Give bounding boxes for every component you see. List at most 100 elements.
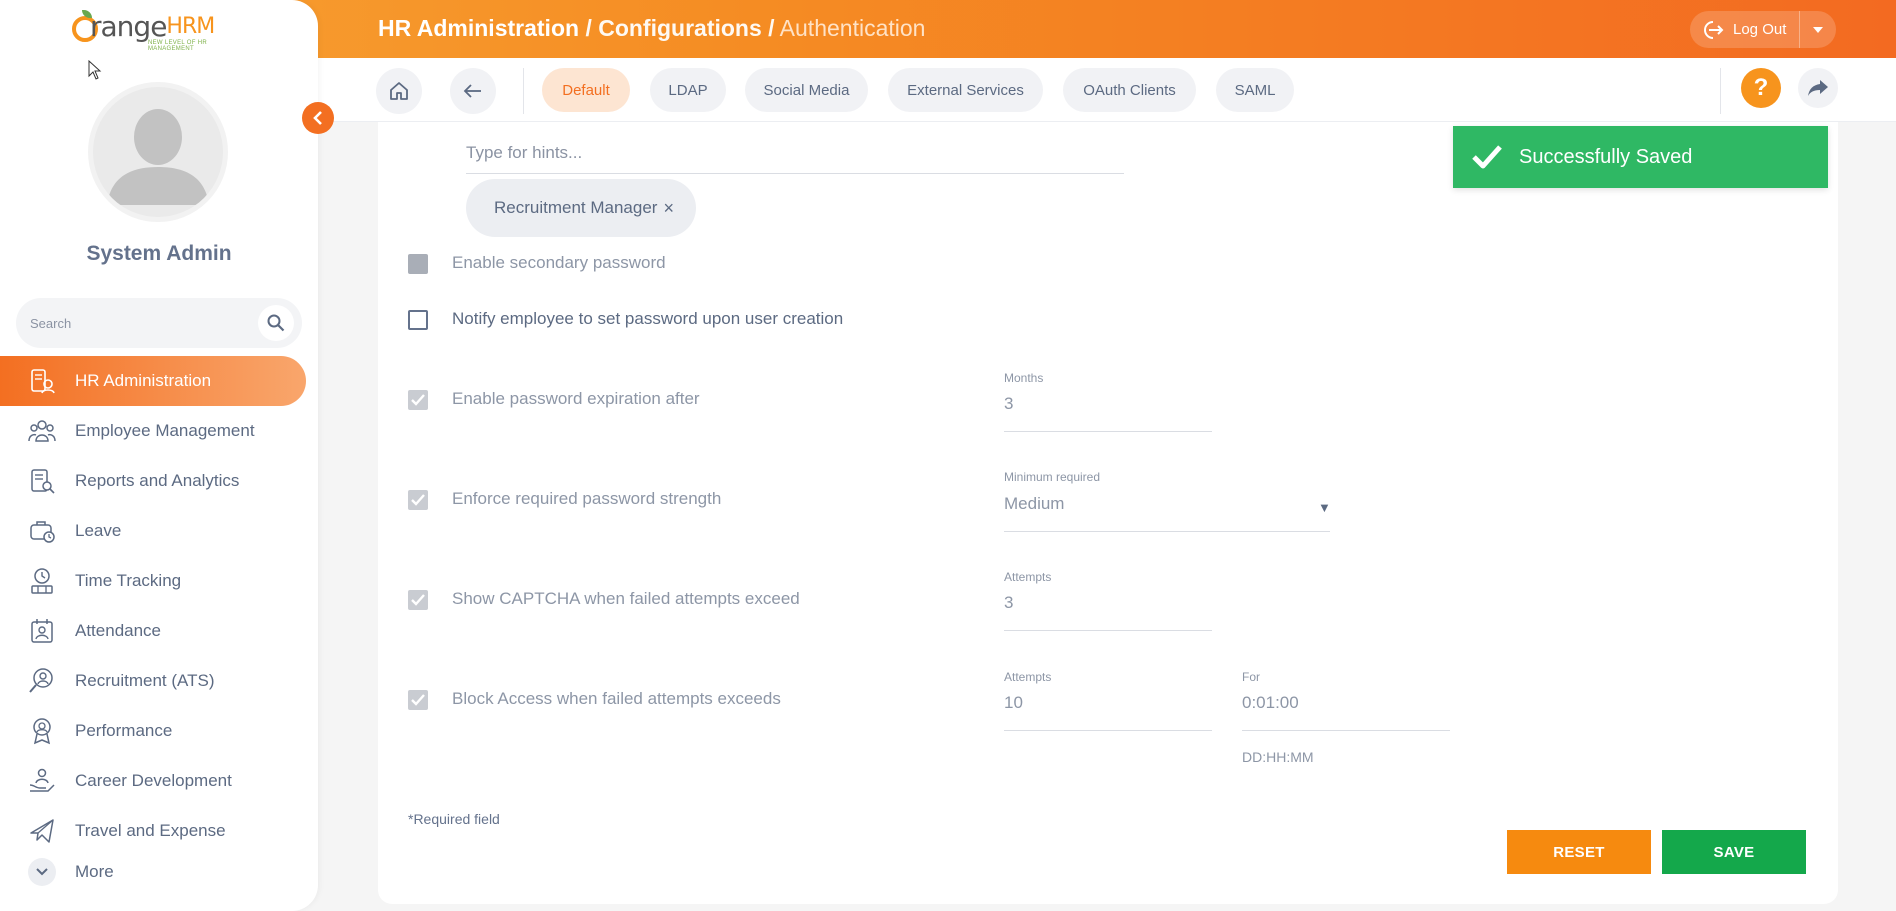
sidebar-item-recruitment[interactable]: Recruitment (ATS) [0, 656, 318, 706]
block-for-hint: DD:HH:MM [1242, 749, 1314, 765]
checkmark-icon [411, 694, 425, 706]
required-field-note: *Required field [408, 811, 500, 827]
career-icon [28, 767, 56, 795]
question-icon: ? [1753, 74, 1769, 101]
breadcrumb-separator: / [768, 15, 775, 41]
more-label: More [75, 862, 114, 881]
logout-group: Log Out [1690, 11, 1836, 48]
block-attempts-label: Attempts [1004, 670, 1052, 684]
time-icon [28, 567, 56, 595]
sidebar-item-label: HR Administration [75, 371, 212, 390]
search-input[interactable] [30, 312, 250, 334]
reports-icon [28, 467, 56, 495]
sidebar-item-label: Attendance [75, 621, 162, 640]
sidebar-item-performance[interactable]: Performance [0, 706, 318, 756]
sidebar-item-attendance[interactable]: Attendance [0, 606, 318, 656]
chevron-left-icon [313, 111, 322, 125]
tab-social-media[interactable]: Social Media [745, 68, 868, 112]
recruitment-icon [28, 667, 56, 695]
home-icon [390, 82, 408, 100]
share-arrow-icon [1808, 80, 1828, 96]
sidebar-item-hr-administration[interactable]: HR Administration [0, 356, 306, 406]
sidebar-item-reports-and-analytics[interactable]: Reports and Analytics [0, 456, 318, 506]
sidebar-item-travel-and-expense[interactable]: Travel and Expense [0, 806, 318, 856]
tab-default[interactable]: Default [542, 68, 630, 112]
tab-saml[interactable]: SAML [1216, 68, 1294, 112]
collapse-sidebar-button[interactable] [302, 102, 334, 134]
sidebar-item-label: Travel and Expense [75, 821, 226, 840]
airplane-icon [28, 817, 56, 845]
sidebar-item-time-tracking[interactable]: Time Tracking [0, 556, 318, 606]
sidebar-item-label: Recruitment (ATS) [75, 671, 215, 690]
authentication-form: Recruitment Manager × Enable secondary p… [378, 122, 1838, 904]
strength-label: Minimum required [1004, 470, 1101, 484]
role-chip: Recruitment Manager × [466, 179, 696, 237]
reset-button[interactable]: RESET [1507, 830, 1651, 874]
checkmark-icon [411, 394, 425, 406]
sidebar-item-employee-management[interactable]: Employee Management [0, 406, 318, 456]
back-button[interactable] [450, 68, 496, 114]
mouse-cursor-icon [88, 60, 102, 80]
sidebar-item-label: Reports and Analytics [75, 471, 240, 490]
notify-employee-label: Notify employee to set password upon use… [452, 309, 844, 328]
close-icon[interactable]: × [663, 198, 674, 219]
sidebar-item-label: Leave [75, 521, 122, 540]
captcha-attempts-input[interactable]: 3 [1004, 589, 1212, 631]
caret-down-icon [1813, 26, 1823, 33]
arrow-left-icon [463, 84, 481, 98]
logout-dropdown-toggle[interactable] [1800, 26, 1836, 33]
user-name: System Admin [86, 242, 232, 265]
toast-message: Successfully Saved [1519, 145, 1693, 168]
captcha-checkbox[interactable] [408, 590, 428, 610]
sidebar-more[interactable]: More [28, 858, 114, 886]
checkmark-icon [411, 594, 425, 606]
search-icon [267, 314, 285, 332]
checkmark-icon [411, 494, 425, 506]
sidebar-item-label: Employee Management [75, 421, 255, 440]
save-button[interactable]: SAVE [1662, 830, 1806, 874]
tab-ldap[interactable]: LDAP [650, 68, 726, 112]
user-silhouette-icon [107, 109, 209, 205]
chip-label: Recruitment Manager [494, 198, 658, 217]
logout-button[interactable]: Log Out [1690, 11, 1800, 48]
orangehrm-logo[interactable]: rangeHRM NEW LEVEL OF HR MANAGEMENT [72, 10, 247, 52]
caret-down-icon: ▼ [1318, 500, 1331, 515]
role-hint-input[interactable] [466, 122, 1124, 174]
help-button[interactable]: ? [1741, 68, 1781, 108]
block-for-input[interactable]: 0:01:00 [1242, 689, 1450, 731]
logout-icon [1704, 20, 1724, 39]
sidebar-item-label: Time Tracking [75, 571, 182, 590]
block-for-label: For [1242, 670, 1260, 684]
notify-employee-checkbox[interactable] [408, 310, 428, 330]
search-button[interactable] [258, 305, 294, 341]
strength-select[interactable]: Medium [1004, 490, 1330, 532]
success-toast: Successfully Saved [1453, 126, 1828, 188]
block-access-checkbox[interactable] [408, 690, 428, 710]
sidebar-item-career-development[interactable]: Career Development [0, 756, 318, 806]
sidebar-item-label: Career Development [75, 771, 232, 790]
block-attempts-input[interactable]: 10 [1004, 689, 1212, 731]
captcha-label: Show CAPTCHA when failed attempts exceed [452, 589, 800, 608]
breadcrumb-separator: / [585, 15, 592, 41]
tab-external-services[interactable]: External Services [888, 68, 1043, 112]
home-button[interactable] [376, 68, 422, 114]
attendance-icon [28, 617, 56, 645]
secondary-password-checkbox[interactable] [408, 254, 428, 274]
share-button[interactable] [1798, 68, 1838, 108]
secondary-password-label: Enable secondary password [452, 253, 666, 272]
avatar[interactable] [88, 82, 228, 222]
breadcrumb-configurations[interactable]: Configurations [598, 15, 762, 41]
password-strength-checkbox[interactable] [408, 490, 428, 510]
password-expiration-label: Enable password expiration after [452, 389, 700, 408]
hr-admin-icon [28, 367, 56, 395]
sidebar-item-leave[interactable]: Leave [0, 506, 318, 556]
divider [1720, 68, 1721, 114]
months-label: Months [1004, 371, 1044, 385]
logout-label: Log Out [1733, 21, 1787, 38]
breadcrumb-module[interactable]: HR Administration [378, 15, 579, 41]
tab-oauth-clients[interactable]: OAuth Clients [1063, 68, 1196, 112]
breadcrumb: HR Administration / Configurations / Aut… [378, 15, 925, 42]
months-input[interactable]: 3 [1004, 390, 1212, 432]
password-expiration-checkbox[interactable] [408, 390, 428, 410]
sidebar: rangeHRM NEW LEVEL OF HR MANAGEMENT Syst… [0, 0, 318, 911]
